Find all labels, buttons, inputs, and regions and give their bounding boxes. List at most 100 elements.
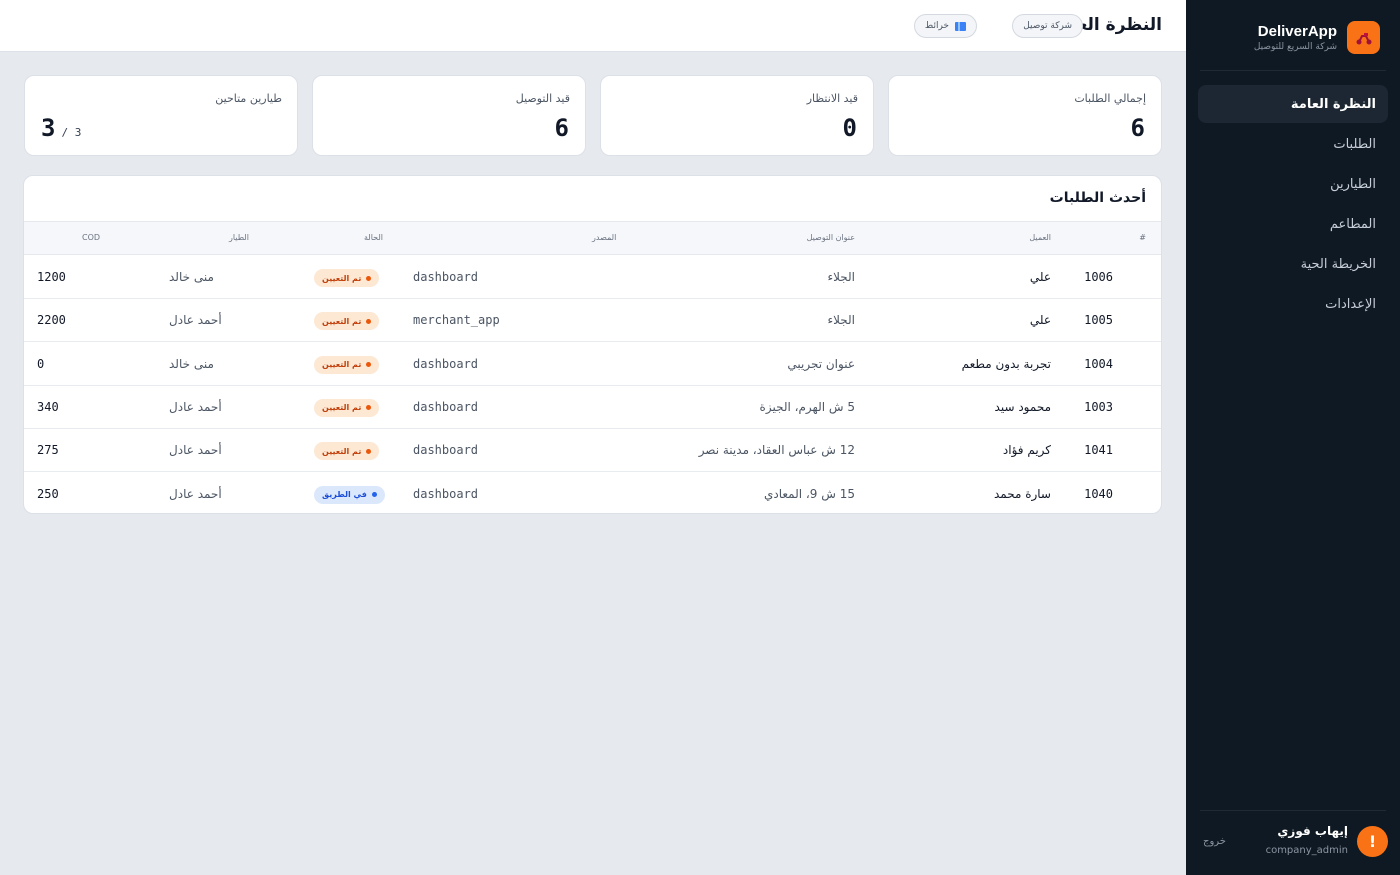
column-header-status: الحالة: [364, 233, 383, 242]
order-id: 1006: [1084, 270, 1113, 284]
status-badge: تم التعيين: [314, 442, 380, 461]
status-cell: تم التعيين: [314, 398, 380, 417]
order-source: dashboard: [413, 399, 479, 414]
maps-button-label: خرائط: [924, 21, 949, 31]
order-courier: منى خالد: [169, 356, 214, 371]
sidebar-item-overview[interactable]: النظرة العامة: [1198, 85, 1388, 123]
order-client: علي: [1029, 270, 1051, 284]
scooter-icon: [1347, 21, 1380, 54]
table-header: # العميل عنوان التوصيل المصدر الحالة الط…: [24, 221, 1161, 255]
order-courier: أحمد عادل: [169, 399, 222, 414]
order-client: تجربة بدون مطعم: [961, 356, 1051, 371]
order-source: dashboard: [413, 356, 479, 371]
order-cod: 0: [37, 356, 45, 371]
stat-label: قيد الانتظار: [806, 92, 858, 105]
table-row[interactable]: 1041 كريم فؤاد 12 ش عباس العقاد، مدينة نصر…: [24, 429, 1161, 473]
sidebar: DeliverApp شركة السريع للتوصيل النظرة ال…: [1186, 0, 1400, 875]
stat-value: 6: [1130, 114, 1145, 142]
maps-button[interactable]: خرائط: [913, 14, 977, 38]
sidebar-nav: النظرة العامة الطلبات الطيارين المطاعم ا…: [1198, 85, 1388, 325]
table-row[interactable]: 1040 سارة محمد 15 ش 9، المعادي dashboard في …: [24, 473, 1161, 514]
order-source: merchant_app: [413, 313, 500, 328]
sidebar-item-settings[interactable]: الإعدادات: [1198, 285, 1388, 323]
sidebar-item-restaurants[interactable]: المطاعم: [1198, 205, 1388, 243]
stat-card-pending: قيد الانتظار 0: [600, 75, 874, 156]
status-cell: تم التعيين: [314, 442, 380, 461]
table-row[interactable]: 1004 تجربة بدون مطعم عنوان تجريبي dashboard…: [24, 343, 1161, 386]
stat-label: قيد التوصيل: [515, 92, 570, 105]
sidebar-item-live-map[interactable]: الخريطة الحية: [1198, 245, 1388, 283]
brand-subtitle: شركة السريع للتوصيل: [1253, 42, 1337, 52]
status-badge: تم التعيين: [314, 355, 380, 374]
order-id: 1005: [1084, 313, 1113, 328]
order-address: 12 ش عباس العقاد، مدينة نصر: [698, 443, 855, 458]
divider: [1200, 70, 1386, 71]
stat-card-total-orders: إجمالي الطلبات 6: [888, 75, 1162, 156]
stat-value: 0: [842, 114, 857, 142]
status-dot-icon: [366, 362, 372, 368]
avatar[interactable]: !: [1357, 826, 1388, 857]
status-dot-icon: [366, 275, 372, 281]
order-source: dashboard: [413, 443, 479, 458]
map-icon: [955, 21, 966, 31]
status-cell: في الطريق: [314, 485, 385, 504]
order-cod: 2200: [37, 313, 66, 328]
order-id: 1040: [1084, 486, 1113, 501]
order-courier: منى خالد: [169, 270, 214, 284]
order-cod: 340: [37, 399, 59, 414]
order-address: الجلاء: [827, 270, 855, 284]
status-dot-icon: [371, 492, 377, 497]
status-dot-icon: [366, 318, 372, 324]
table-row[interactable]: 1003 محمود سيد 5 ش الهرم، الجيزة dashboard ت…: [24, 386, 1161, 429]
order-client: سارة محمد: [993, 486, 1051, 501]
order-address: 5 ش الهرم، الجيزة: [759, 399, 855, 414]
table-row[interactable]: 1005 علي الجلاء merchant_app تم التعيين أحمد …: [24, 299, 1161, 343]
sidebar-item-couriers[interactable]: الطيارين: [1198, 165, 1388, 203]
latest-orders-panel: أحدث الطلبات # العميل عنوان التوصيل المص…: [23, 175, 1162, 514]
status-cell: تم التعيين: [314, 269, 380, 287]
company-badge-label: شركة توصيل: [1023, 21, 1072, 31]
stat-label: إجمالي الطلبات: [1074, 92, 1146, 105]
table-row[interactable]: 1006 علي الجلاء dashboard تم التعيين منى خالد…: [24, 256, 1161, 299]
logout-button[interactable]: خروج: [1203, 836, 1226, 847]
order-address: عنوان تجريبي: [787, 356, 855, 371]
stat-value: 6: [554, 114, 569, 142]
sidebar-item-orders[interactable]: الطلبات: [1198, 125, 1388, 163]
order-courier: أحمد عادل: [169, 486, 222, 501]
order-id: 1003: [1084, 399, 1113, 414]
status-badge: تم التعيين: [314, 269, 380, 287]
status-cell: تم التعيين: [314, 355, 380, 374]
user-name: إيهاب فوزي: [1277, 824, 1348, 838]
order-address: الجلاء: [827, 313, 855, 328]
divider: [1200, 810, 1386, 811]
status-badge: تم التعيين: [314, 312, 380, 331]
company-badge: شركة توصيل: [1012, 14, 1083, 38]
order-id: 1041: [1084, 443, 1113, 458]
status-label: في الطريق: [322, 490, 367, 499]
stat-value-total: / 3: [61, 126, 82, 139]
status-badge: في الطريق: [314, 485, 385, 504]
column-header-source: المصدر: [592, 233, 617, 242]
status-label: تم التعيين: [322, 403, 362, 413]
order-client: محمود سيد: [994, 399, 1051, 414]
order-cod: 250: [37, 486, 59, 501]
order-source: dashboard: [413, 270, 479, 284]
column-header-id: #: [1139, 233, 1146, 242]
status-label: تم التعيين: [322, 446, 362, 456]
stat-card-in-delivery: قيد التوصيل 6: [312, 75, 586, 156]
status-label: تم التعيين: [322, 316, 362, 326]
brand[interactable]: DeliverApp شركة السريع للتوصيل: [1208, 21, 1380, 55]
section-title: أحدث الطلبات: [1049, 190, 1146, 206]
status-badge: تم التعيين: [314, 398, 380, 417]
stat-value: 3 / 3: [41, 114, 81, 142]
order-client: علي: [1029, 313, 1051, 328]
column-header-client: العميل: [1029, 233, 1051, 242]
order-cod: 275: [37, 443, 59, 458]
status-dot-icon: [366, 405, 372, 411]
order-source: dashboard: [413, 486, 479, 501]
status-dot-icon: [366, 448, 372, 454]
order-courier: أحمد عادل: [169, 443, 222, 458]
order-client: كريم فؤاد: [1002, 443, 1051, 458]
status-cell: تم التعيين: [314, 312, 380, 331]
brand-name: DeliverApp: [1257, 23, 1337, 40]
